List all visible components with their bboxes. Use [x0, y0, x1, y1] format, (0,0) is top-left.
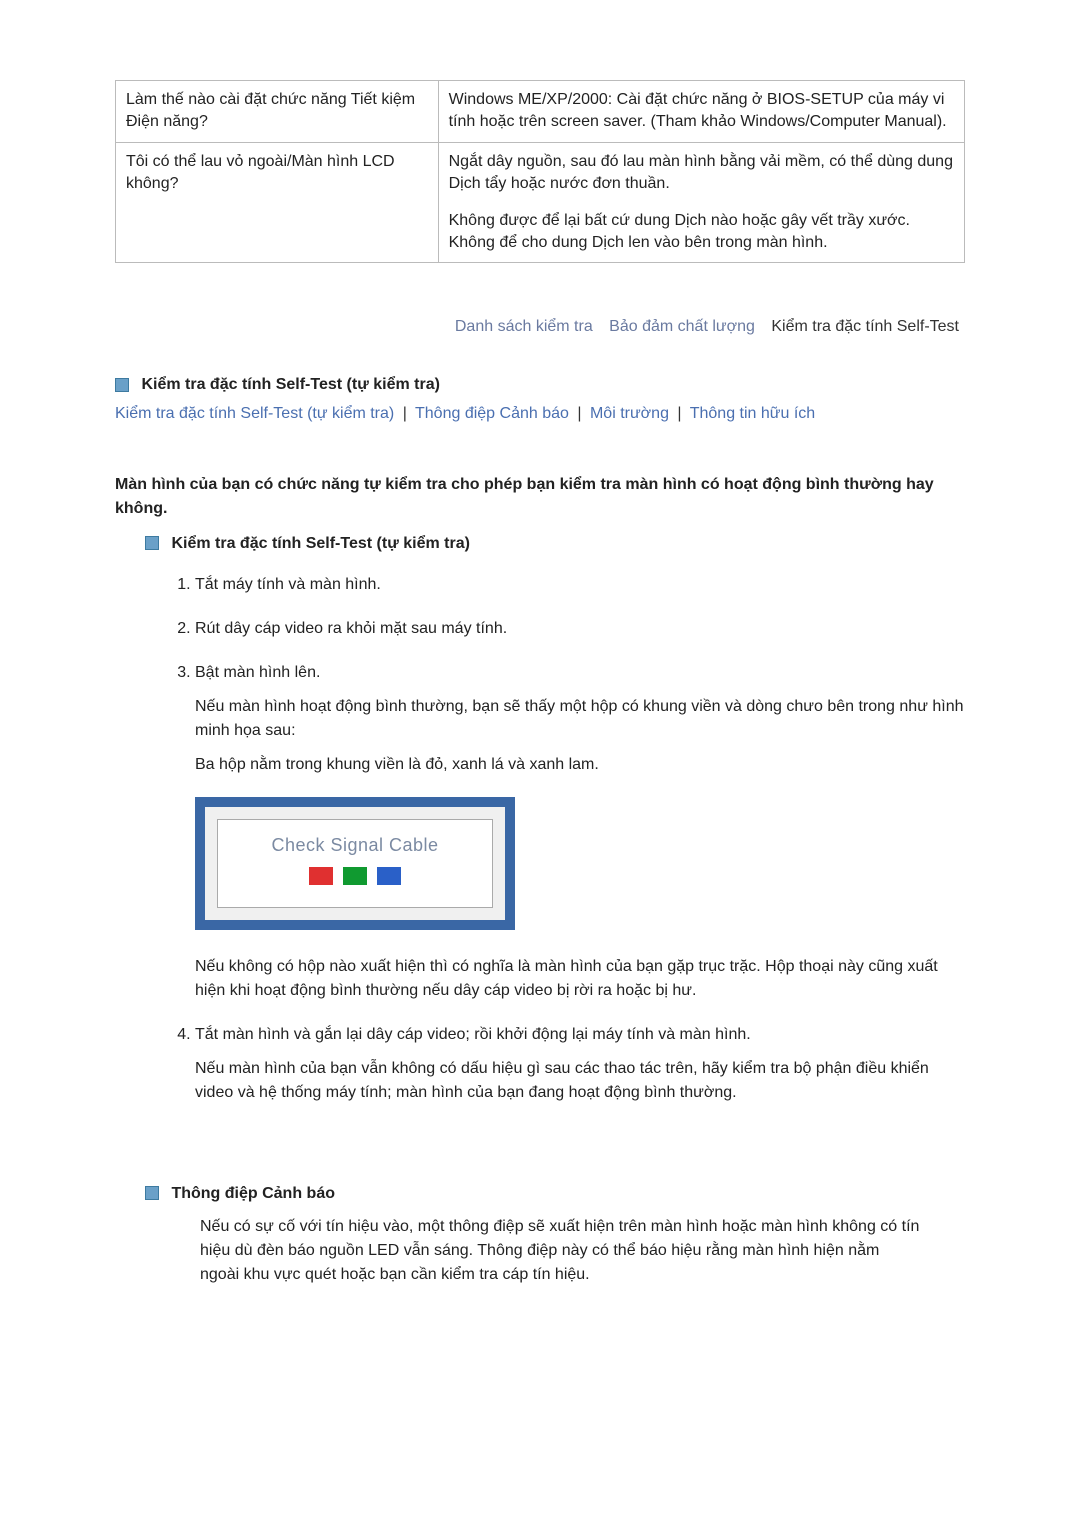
- section-subnav: Kiểm tra đặc tính Self-Test (tự kiểm tra…: [115, 405, 965, 423]
- separator: |: [573, 405, 585, 422]
- faq-question: Tôi có thể lau vỏ ngoài/Màn hình LCD khô…: [116, 142, 439, 263]
- separator: |: [673, 405, 685, 422]
- section-title: Kiểm tra đặc tính Self-Test (tự kiểm tra…: [141, 376, 439, 393]
- subnav-useful-info[interactable]: Thông tin hữu ích: [690, 405, 815, 422]
- subnav-environment[interactable]: Môi trường: [590, 405, 669, 422]
- subnav-self-test[interactable]: Kiểm tra đặc tính Self-Test (tự kiểm tra…: [115, 405, 394, 422]
- faq-answer: Ngắt dây nguồn, sau đó lau màn hình bằng…: [438, 142, 964, 263]
- blue-block-icon: [377, 867, 401, 885]
- warning-body: Nếu có sự cố với tín hiệu vào, một thông…: [200, 1215, 920, 1287]
- step-paragraph: Ba hộp nằm trong khung viền là đỏ, xanh …: [195, 753, 965, 777]
- subsection-header: Thông điệp Cảnh báo: [145, 1185, 965, 1203]
- bullet-icon: [115, 378, 129, 392]
- tab-self-test[interactable]: Kiểm tra đặc tính Self-Test: [765, 318, 965, 336]
- list-item: Tắt màn hình và gắn lại dây cáp video; r…: [195, 1023, 965, 1105]
- step-text: Tắt máy tính và màn hình.: [195, 576, 381, 593]
- list-item: Bật màn hình lên. Nếu màn hình hoạt động…: [195, 661, 965, 1003]
- green-block-icon: [343, 867, 367, 885]
- tab-quality[interactable]: Bảo đảm chất lượng: [603, 318, 761, 336]
- list-item: Rút dây cáp video ra khỏi mặt sau máy tí…: [195, 617, 965, 641]
- faq-answer-paragraph: Ngắt dây nguồn, sau đó lau màn hình bằng…: [449, 151, 954, 196]
- table-row: Làm thế nào cài đặt chức năng Tiết kiệm …: [116, 81, 965, 143]
- subnav-warning[interactable]: Thông điệp Cảnh báo: [415, 405, 569, 422]
- document-page: Làm thế nào cài đặt chức năng Tiết kiệm …: [0, 0, 1080, 1487]
- signal-inner: Check Signal Cable: [217, 819, 493, 908]
- step-text: Tắt màn hình và gắn lại dây cáp video; r…: [195, 1026, 751, 1043]
- step-paragraph: Nếu không có hộp nào xuất hiện thì có ng…: [195, 955, 965, 1003]
- color-blocks: [218, 867, 492, 893]
- bullet-icon: [145, 536, 159, 550]
- section-header: Kiểm tra đặc tính Self-Test (tự kiểm tra…: [115, 376, 965, 394]
- step-paragraph: Nếu màn hình của bạn vẫn không có dấu hi…: [195, 1057, 965, 1105]
- red-block-icon: [309, 867, 333, 885]
- faq-answer-paragraph: Không được để lại bất cứ dung Dịch nào h…: [449, 210, 954, 255]
- bullet-icon: [145, 1186, 159, 1200]
- subsection-title: Thông điệp Cảnh báo: [171, 1185, 335, 1202]
- step-text: Bật màn hình lên.: [195, 664, 320, 681]
- step-paragraph: Nếu màn hình hoạt động bình thường, bạn …: [195, 695, 965, 743]
- warning-section: Thông điệp Cảnh báo Nếu có sự cố với tín…: [145, 1185, 965, 1287]
- faq-table: Làm thế nào cài đặt chức năng Tiết kiệm …: [115, 80, 965, 263]
- subsection-title: Kiểm tra đặc tính Self-Test (tự kiểm tra…: [171, 535, 469, 552]
- signal-cable-illustration: Check Signal Cable: [195, 797, 515, 930]
- table-row: Tôi có thể lau vỏ ngoài/Màn hình LCD khô…: [116, 142, 965, 263]
- step-text: Rút dây cáp video ra khỏi mặt sau máy tí…: [195, 620, 507, 637]
- faq-answer-paragraph: Windows ME/XP/2000: Cài đặt chức năng ở …: [449, 89, 954, 134]
- faq-question: Làm thế nào cài đặt chức năng Tiết kiệm …: [116, 81, 439, 143]
- signal-cable-label: Check Signal Cable: [218, 832, 492, 859]
- faq-answer: Windows ME/XP/2000: Cài đặt chức năng ở …: [438, 81, 964, 143]
- separator: |: [399, 405, 411, 422]
- section-intro: Màn hình của bạn có chức năng tự kiểm tr…: [115, 473, 965, 521]
- list-item: Tắt máy tính và màn hình.: [195, 573, 965, 597]
- tab-checklist[interactable]: Danh sách kiểm tra: [449, 318, 599, 336]
- subsection-header: Kiểm tra đặc tính Self-Test (tự kiểm tra…: [145, 535, 965, 553]
- section-tabs: Danh sách kiểm tra Bảo đảm chất lượng Ki…: [115, 318, 965, 336]
- steps-list: Tắt máy tính và màn hình. Rút dây cáp vi…: [170, 573, 965, 1105]
